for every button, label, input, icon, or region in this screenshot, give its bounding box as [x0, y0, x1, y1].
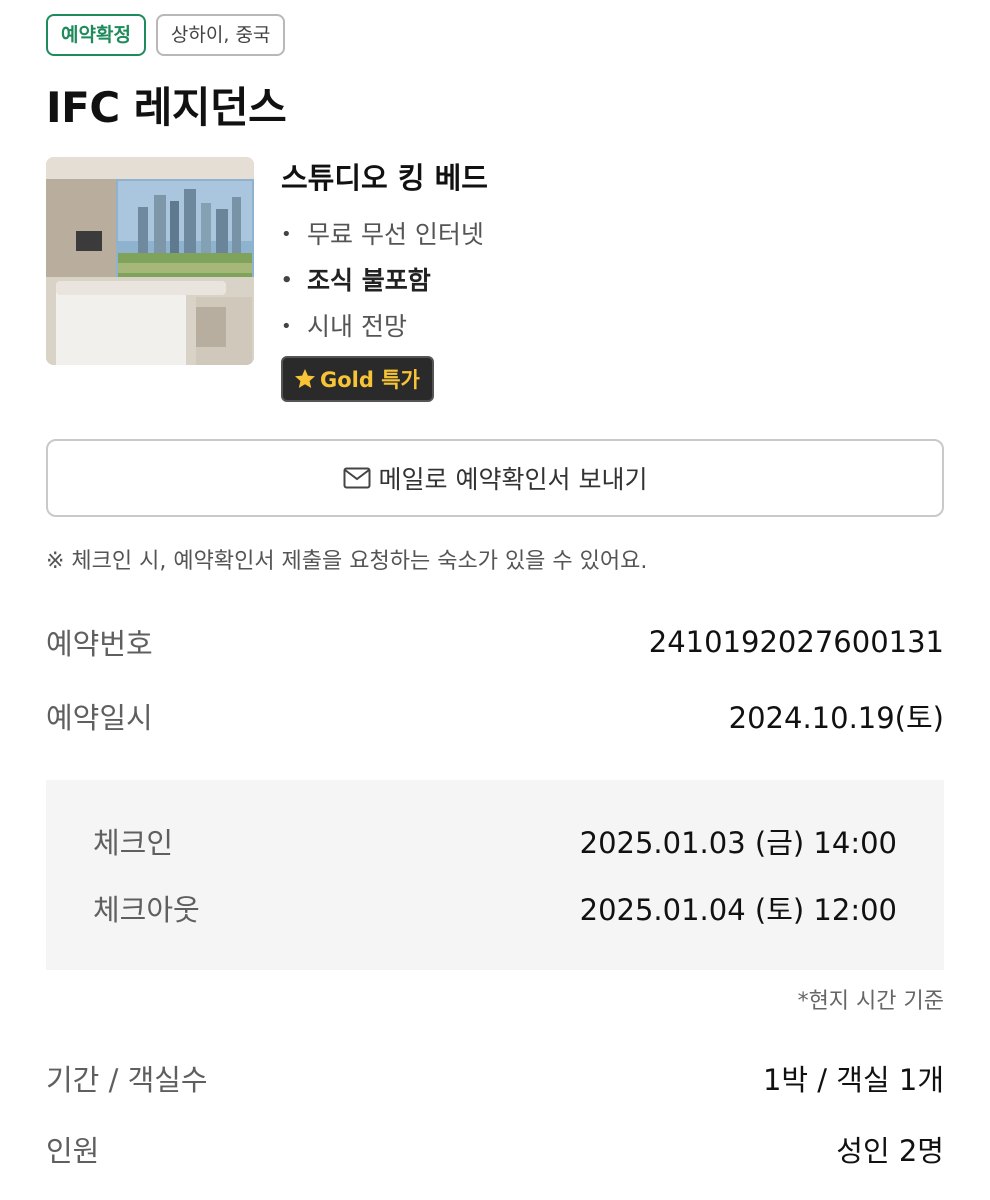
feature-text: 조식 불포함: [307, 266, 431, 295]
send-email-button[interactable]: 메일로 예약확인서 보내기: [46, 439, 944, 517]
bullet: •: [281, 316, 292, 337]
checkout-row: 체크아웃 2025.01.04 (토) 12:00: [93, 887, 897, 929]
booking-number-value[interactable]: 2410192027600131: [649, 625, 944, 659]
room-info: 스튜디오 킹 베드 • 무료 무선 인터넷 • 조식 불포함 • 시내 전망: [281, 156, 881, 350]
period-label: 기간 / 객실수: [46, 1063, 208, 1097]
feature-text: 무료 무선 인터넷: [307, 220, 484, 249]
feature-list: • 무료 무선 인터넷 • 조식 불포함 • 시내 전망: [281, 212, 881, 350]
bullet: •: [281, 224, 292, 245]
star-icon: [295, 369, 315, 388]
hotel-name: IFC 레지던스: [46, 83, 287, 132]
guests-row: 인원 성인 2명: [46, 1127, 944, 1171]
booking-date-value: 2024.10.19(토): [728, 701, 944, 735]
gold-deal-label: Gold 특가: [320, 368, 420, 392]
tag-group: 예약확정 상하이, 중국: [46, 14, 286, 56]
send-email-label: 메일로 예약확인서 보내기: [378, 465, 648, 494]
checkout-value: 2025.01.04 (토) 12:00: [579, 893, 897, 927]
room-name: 스튜디오 킹 베드: [281, 161, 488, 195]
status-badge: 예약확정: [46, 14, 146, 56]
checkin-row: 체크인 2025.01.03 (금) 14:00: [93, 820, 897, 862]
room-photo[interactable]: [46, 157, 254, 365]
guests-label: 인원: [46, 1134, 100, 1168]
booking-number-row: 예약번호 2410192027600131: [46, 620, 944, 664]
mail-icon: [343, 467, 371, 489]
checkin-notice: ※ 체크인 시, 예약확인서 제출을 요청하는 숙소가 있을 수 있어요.: [46, 549, 648, 574]
list-item: • 무료 무선 인터넷: [281, 212, 881, 258]
local-time-note: *현지 시간 기준: [797, 989, 944, 1014]
booking-date-row: 예약일시 2024.10.19(토): [46, 694, 944, 738]
room-photo-illustration: [46, 157, 254, 365]
list-item: • 조식 불포함: [281, 258, 881, 304]
bullet: •: [281, 270, 293, 291]
location-badge: 상하이, 중국: [155, 14, 286, 56]
feature-text: 시내 전망: [307, 312, 407, 341]
period-row: 기간 / 객실수 1박 / 객실 1개: [46, 1056, 944, 1100]
list-item: • 시내 전망: [281, 304, 881, 350]
booking-number-label: 예약번호: [46, 627, 153, 661]
gold-deal-badge: Gold 특가: [281, 356, 434, 402]
checkin-value: 2025.01.03 (금) 14:00: [579, 826, 897, 860]
booking-date-label: 예약일시: [46, 701, 153, 735]
checkin-label: 체크인: [93, 826, 174, 860]
checkout-label: 체크아웃: [93, 893, 200, 927]
period-value: 1박 / 객실 1개: [762, 1063, 944, 1097]
guests-value: 성인 2명: [836, 1134, 944, 1168]
stay-panel: 체크인 2025.01.03 (금) 14:00 체크아웃 2025.01.04…: [46, 780, 944, 970]
